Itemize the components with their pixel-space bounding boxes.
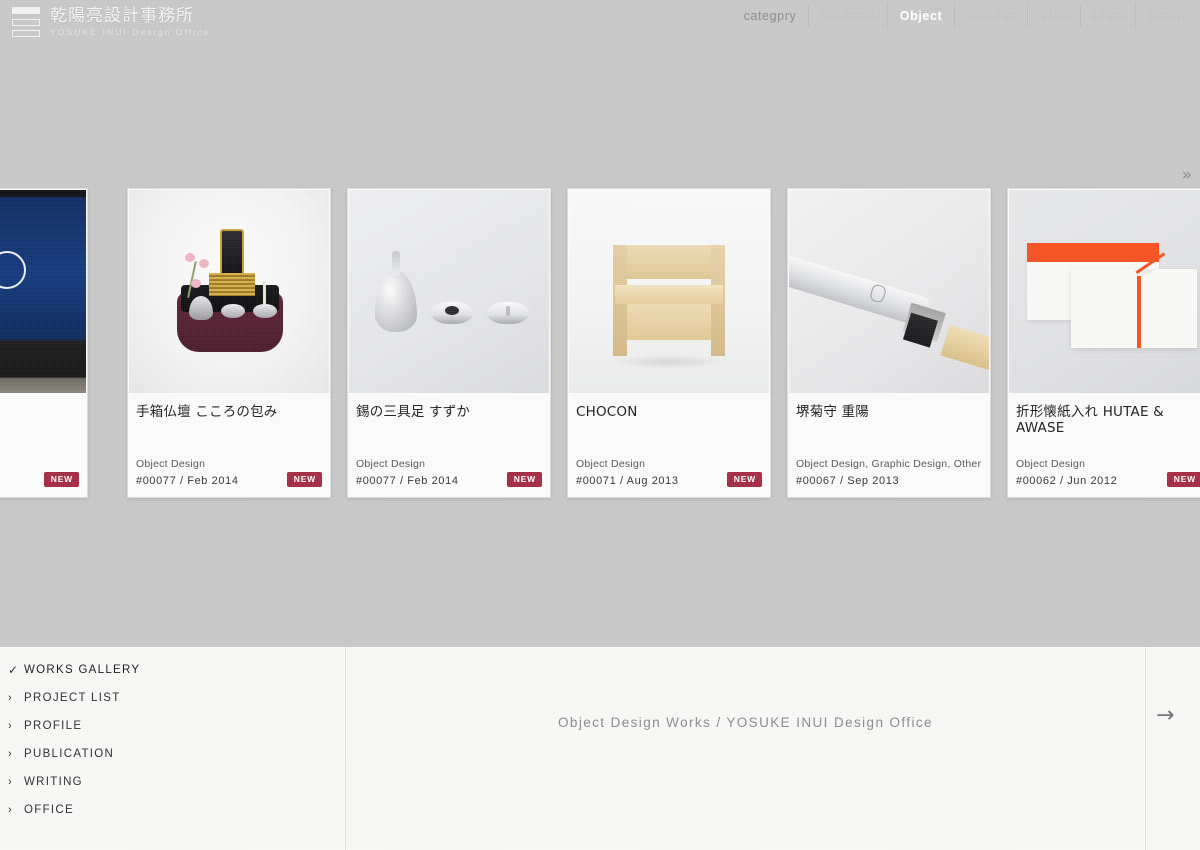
logo-text: 乾陽亮設計事務所 YOSUKE INUI Design Office [50,5,211,37]
butsudan-artwork-icon [129,190,329,393]
work-number: #00067 / Sep 2013 [796,475,900,487]
work-category: Object Design [1016,458,1086,470]
category-nav-label: categpry [732,5,810,27]
site-header: 乾陽亮設計事務所 YOSUKE INUI Design Office categ… [0,0,1200,48]
check-icon: ✓ [8,663,20,677]
works-carousel: 店 暖簾 4 NEW 手箱仏壇 こころの包み Object Design #00… [0,188,1200,498]
chevron-right-icon: › [8,804,13,816]
work-card[interactable]: 堺菊守 重陽 Object Design, Graphic Design, Ot… [787,188,991,498]
work-title: 店 暖簾 [0,405,79,421]
work-thumbnail [349,190,549,393]
footer-menu-label: WORKS GALLERY [24,664,141,676]
work-card[interactable]: CHOCON Object Design #00071 / Aug 2013 N… [567,188,771,498]
category-nav-item-selected[interactable]: Selected [809,5,888,27]
work-thumbnail [1009,190,1200,393]
site-footer: ✓ WORKS GALLERY › PROJECT LIST › PROFILE… [0,647,1200,850]
work-title: 堺菊守 重陽 [796,404,869,420]
category-nav: categpry Selected Object Graphic Web Log… [732,5,1192,27]
carousel-next-button[interactable]: » [1182,167,1192,184]
footer-menu-label: WRITING [24,776,83,788]
logo-title-jp: 乾陽亮設計事務所 [50,5,194,26]
new-badge: NEW [726,472,762,487]
work-thumbnail [569,190,769,393]
work-meta: 錫の三具足 すずか Object Design #00077 / Feb 201… [348,393,550,497]
new-badge: NEW [286,472,322,487]
work-category: Object Design [356,458,426,470]
footer-menu-label: OFFICE [24,804,74,816]
category-nav-item-object[interactable]: Object [888,5,956,27]
footer-menu-item-profile[interactable]: › PROFILE [0,712,345,740]
work-number: #00077 / Feb 2014 [136,475,239,487]
work-category: Object Design [576,458,646,470]
footer-menu-label: PUBLICATION [24,748,115,760]
chevron-right-icon: › [8,748,13,760]
noren-artwork-icon [0,190,86,393]
footer-menu-item-office[interactable]: › OFFICE [0,796,345,824]
work-category: Object Design, Graphic Design, Other [796,458,982,470]
footer-menu-item-project-list[interactable]: › PROJECT LIST [0,684,345,712]
site-logo[interactable]: 乾陽亮設計事務所 YOSUKE INUI Design Office [12,6,211,38]
work-title: CHOCON [576,404,638,420]
footer-menu: ✓ WORKS GALLERY › PROJECT LIST › PROFILE… [0,647,346,850]
chevron-right-icon: › [8,692,13,704]
footer-menu-label: PROJECT LIST [24,692,121,704]
category-nav-item-other[interactable]: Other [1136,5,1192,27]
footer-next-button[interactable]: → [1146,647,1200,850]
work-title: 錫の三具足 すずか [356,404,471,420]
work-meta: 手箱仏壇 こころの包み Object Design #00077 / Feb 2… [128,393,330,497]
category-nav-item-logo[interactable]: Logo [1081,5,1136,27]
category-nav-item-web[interactable]: Web [1028,5,1081,27]
tin-vessels-artwork-icon [349,190,549,393]
work-card[interactable]: 折形懐紙入れ HUTAE & AWASE Object Design #0006… [1007,188,1200,498]
work-thumbnail [129,190,329,393]
footer-menu-item-works-gallery[interactable]: ✓ WORKS GALLERY [0,656,345,684]
footer-menu-item-publication[interactable]: › PUBLICATION [0,740,345,768]
work-card[interactable]: 錫の三具足 すずか Object Design #00077 / Feb 201… [347,188,551,498]
work-meta: CHOCON Object Design #00071 / Aug 2013 N… [568,393,770,497]
wooden-chair-artwork-icon [569,190,769,393]
work-meta: 店 暖簾 4 NEW [0,393,87,497]
work-thumbnail [0,190,86,393]
work-category: Object Design [136,458,206,470]
chevron-right-icon: › [8,720,13,732]
work-card[interactable]: 手箱仏壇 こころの包み Object Design #00077 / Feb 2… [127,188,331,498]
work-card[interactable]: 店 暖簾 4 NEW [0,188,88,498]
new-badge: NEW [506,472,542,487]
work-meta: 堺菊守 重陽 Object Design, Graphic Design, Ot… [788,393,990,497]
footer-menu-item-writing[interactable]: › WRITING [0,768,345,796]
work-title: 手箱仏壇 こころの包み [136,404,278,420]
paper-holder-artwork-icon [1009,190,1200,393]
arrow-right-icon: → [1156,703,1175,728]
new-badge: NEW [43,472,79,487]
category-nav-item-graphic[interactable]: Graphic [955,5,1029,27]
footer-caption-text: Object Design Works / YOSUKE INUI Design… [558,715,933,730]
work-title: 折形懐紙入れ HUTAE & AWASE [1016,404,1164,436]
work-number: #00071 / Aug 2013 [576,475,679,487]
footer-caption: Object Design Works / YOSUKE INUI Design… [346,647,1146,850]
knife-artwork-icon [789,190,989,393]
logo-title-en: YOSUKE INUI Design Office [50,26,211,37]
footer-menu-label: PROFILE [24,720,83,732]
stacked-bars-icon [12,6,40,38]
work-meta: 折形懐紙入れ HUTAE & AWASE Object Design #0006… [1008,393,1200,497]
work-number: #00077 / Feb 2014 [356,475,459,487]
chevron-right-icon: › [8,776,13,788]
work-thumbnail [789,190,989,393]
work-number: #00062 / Jun 2012 [1016,475,1118,487]
new-badge: NEW [1166,472,1200,487]
